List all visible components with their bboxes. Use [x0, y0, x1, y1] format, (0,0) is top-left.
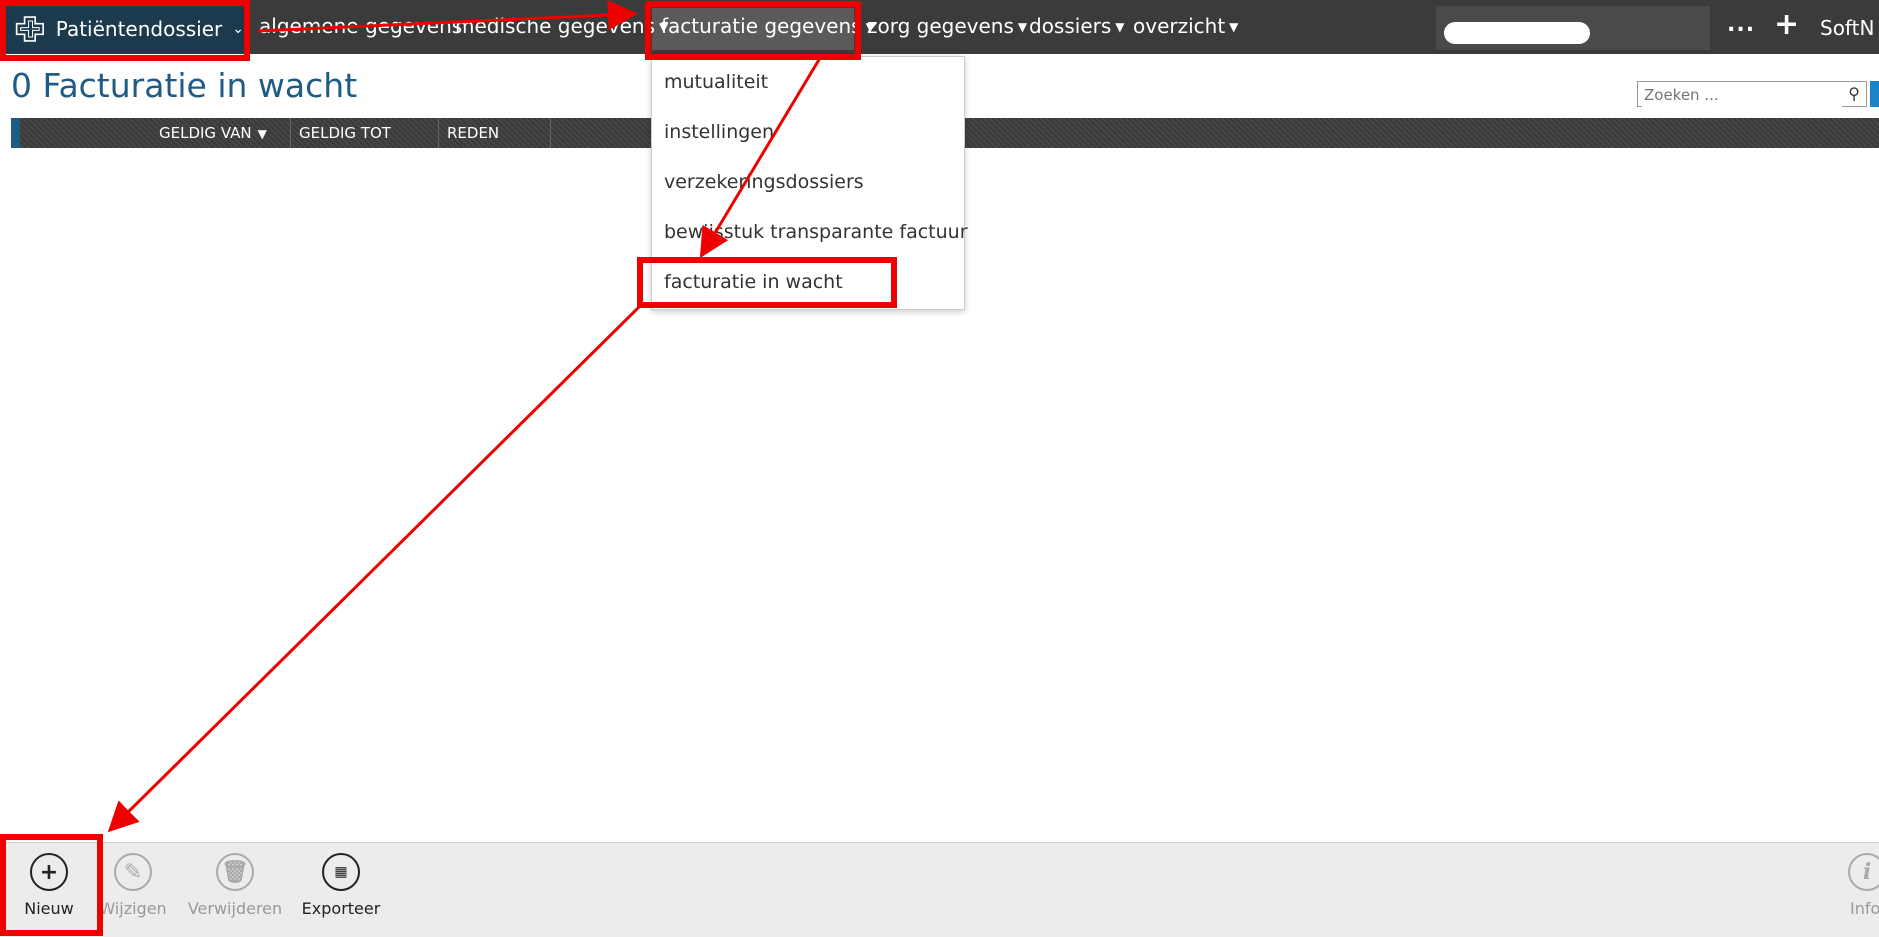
menu-label: algemene gegevens	[259, 14, 463, 38]
column-geldig-van[interactable]: GELDIG VAN ▼	[141, 118, 291, 148]
caret-down-icon: ▼	[1115, 20, 1125, 34]
excel-icon: ▦	[322, 853, 360, 891]
edit-button-label: Wijzigen	[99, 899, 167, 918]
column-label: GELDIG VAN	[159, 124, 252, 142]
menu-label: dossiers	[1029, 14, 1112, 38]
search-box: ⚲	[1637, 81, 1867, 107]
search-input[interactable]	[1642, 83, 1842, 107]
plus-icon: +	[30, 853, 68, 891]
menu-label: medische gegevens	[455, 14, 656, 38]
patient-dossier-menu[interactable]: Patiëntendossier ⌄	[6, 5, 244, 53]
sort-desc-icon: ▼	[257, 127, 267, 141]
menu-algemene-gegevens[interactable]: algemene gegevens	[259, 14, 462, 38]
search-icon[interactable]: ⚲	[1848, 84, 1860, 103]
menu-label: facturatie gegevens	[661, 14, 862, 38]
menu-label: zorg gegevens	[867, 14, 1014, 38]
info-button-label: Info	[1850, 899, 1879, 918]
column-label: GELDIG TOT	[299, 124, 391, 142]
chevron-down-icon: ⌄	[232, 21, 244, 37]
caret-down-icon: ▼	[1017, 20, 1028, 34]
top-navigation-bar: Patiëntendossier ⌄ algemene gegevens med…	[0, 0, 1879, 54]
dropdown-item-bewijsstuk-transparante-factuur[interactable]: bewijsstuk transparante factuur	[664, 221, 968, 243]
brand-label: Patiëntendossier	[55, 17, 223, 41]
info-icon: i	[1848, 853, 1879, 891]
menu-label: overzicht	[1133, 14, 1226, 38]
info-button[interactable]: i Info	[1808, 853, 1879, 918]
column-reden[interactable]: REDEN	[439, 118, 551, 148]
page-title: 0 Facturatie in wacht	[11, 66, 358, 105]
panel-toggle-button[interactable]	[1870, 81, 1879, 107]
delete-button-label: Verwijderen	[187, 899, 283, 918]
column-geldig-tot[interactable]: GELDIG TOT	[291, 118, 439, 148]
pencil-icon: ✎	[114, 853, 152, 891]
more-button[interactable]: ...	[1727, 12, 1755, 37]
export-button-label: Exporteer	[301, 899, 381, 918]
patient-search-field[interactable]	[1444, 22, 1590, 44]
dropdown-item-mutualiteit[interactable]: mutualiteit	[664, 71, 768, 93]
menu-medische-gegevens[interactable]: medische gegevens ▼	[455, 14, 668, 38]
menu-overzicht[interactable]: overzicht ▼	[1133, 14, 1238, 38]
dropdown-item-facturatie-in-wacht[interactable]: facturatie in wacht	[664, 271, 843, 293]
add-button[interactable]: +	[1774, 10, 1799, 40]
trash-icon: 🗑	[216, 853, 254, 891]
dropdown-item-instellingen[interactable]: instellingen	[664, 121, 774, 143]
caret-down-icon: ▼	[1229, 20, 1239, 34]
table-header-accent	[11, 118, 20, 148]
edit-button[interactable]: ✎ Wijzigen	[78, 853, 188, 918]
medical-cross-logo-icon	[15, 16, 44, 42]
user-label[interactable]: SoftN	[1820, 16, 1874, 40]
column-label: REDEN	[447, 124, 500, 142]
arrow-item-to-nieuw	[107, 304, 642, 833]
facturatie-dropdown-menu: mutualiteit instellingen verzekeringsdos…	[651, 56, 968, 310]
export-button[interactable]: ▦ Exporteer	[286, 853, 396, 918]
bottom-toolbar: + Nieuw ✎ Wijzigen 🗑 Verwijderen ▦ Expor…	[0, 842, 1879, 937]
menu-facturatie-gegevens[interactable]: facturatie gegevens ▼	[661, 14, 875, 38]
delete-button[interactable]: 🗑 Verwijderen	[180, 853, 290, 918]
dropdown-item-verzekeringsdossiers[interactable]: verzekeringsdossiers	[664, 171, 864, 193]
menu-dossiers[interactable]: dossiers ▼	[1029, 14, 1125, 38]
menu-zorg-gegevens[interactable]: zorg gegevens ▼	[867, 14, 1027, 38]
